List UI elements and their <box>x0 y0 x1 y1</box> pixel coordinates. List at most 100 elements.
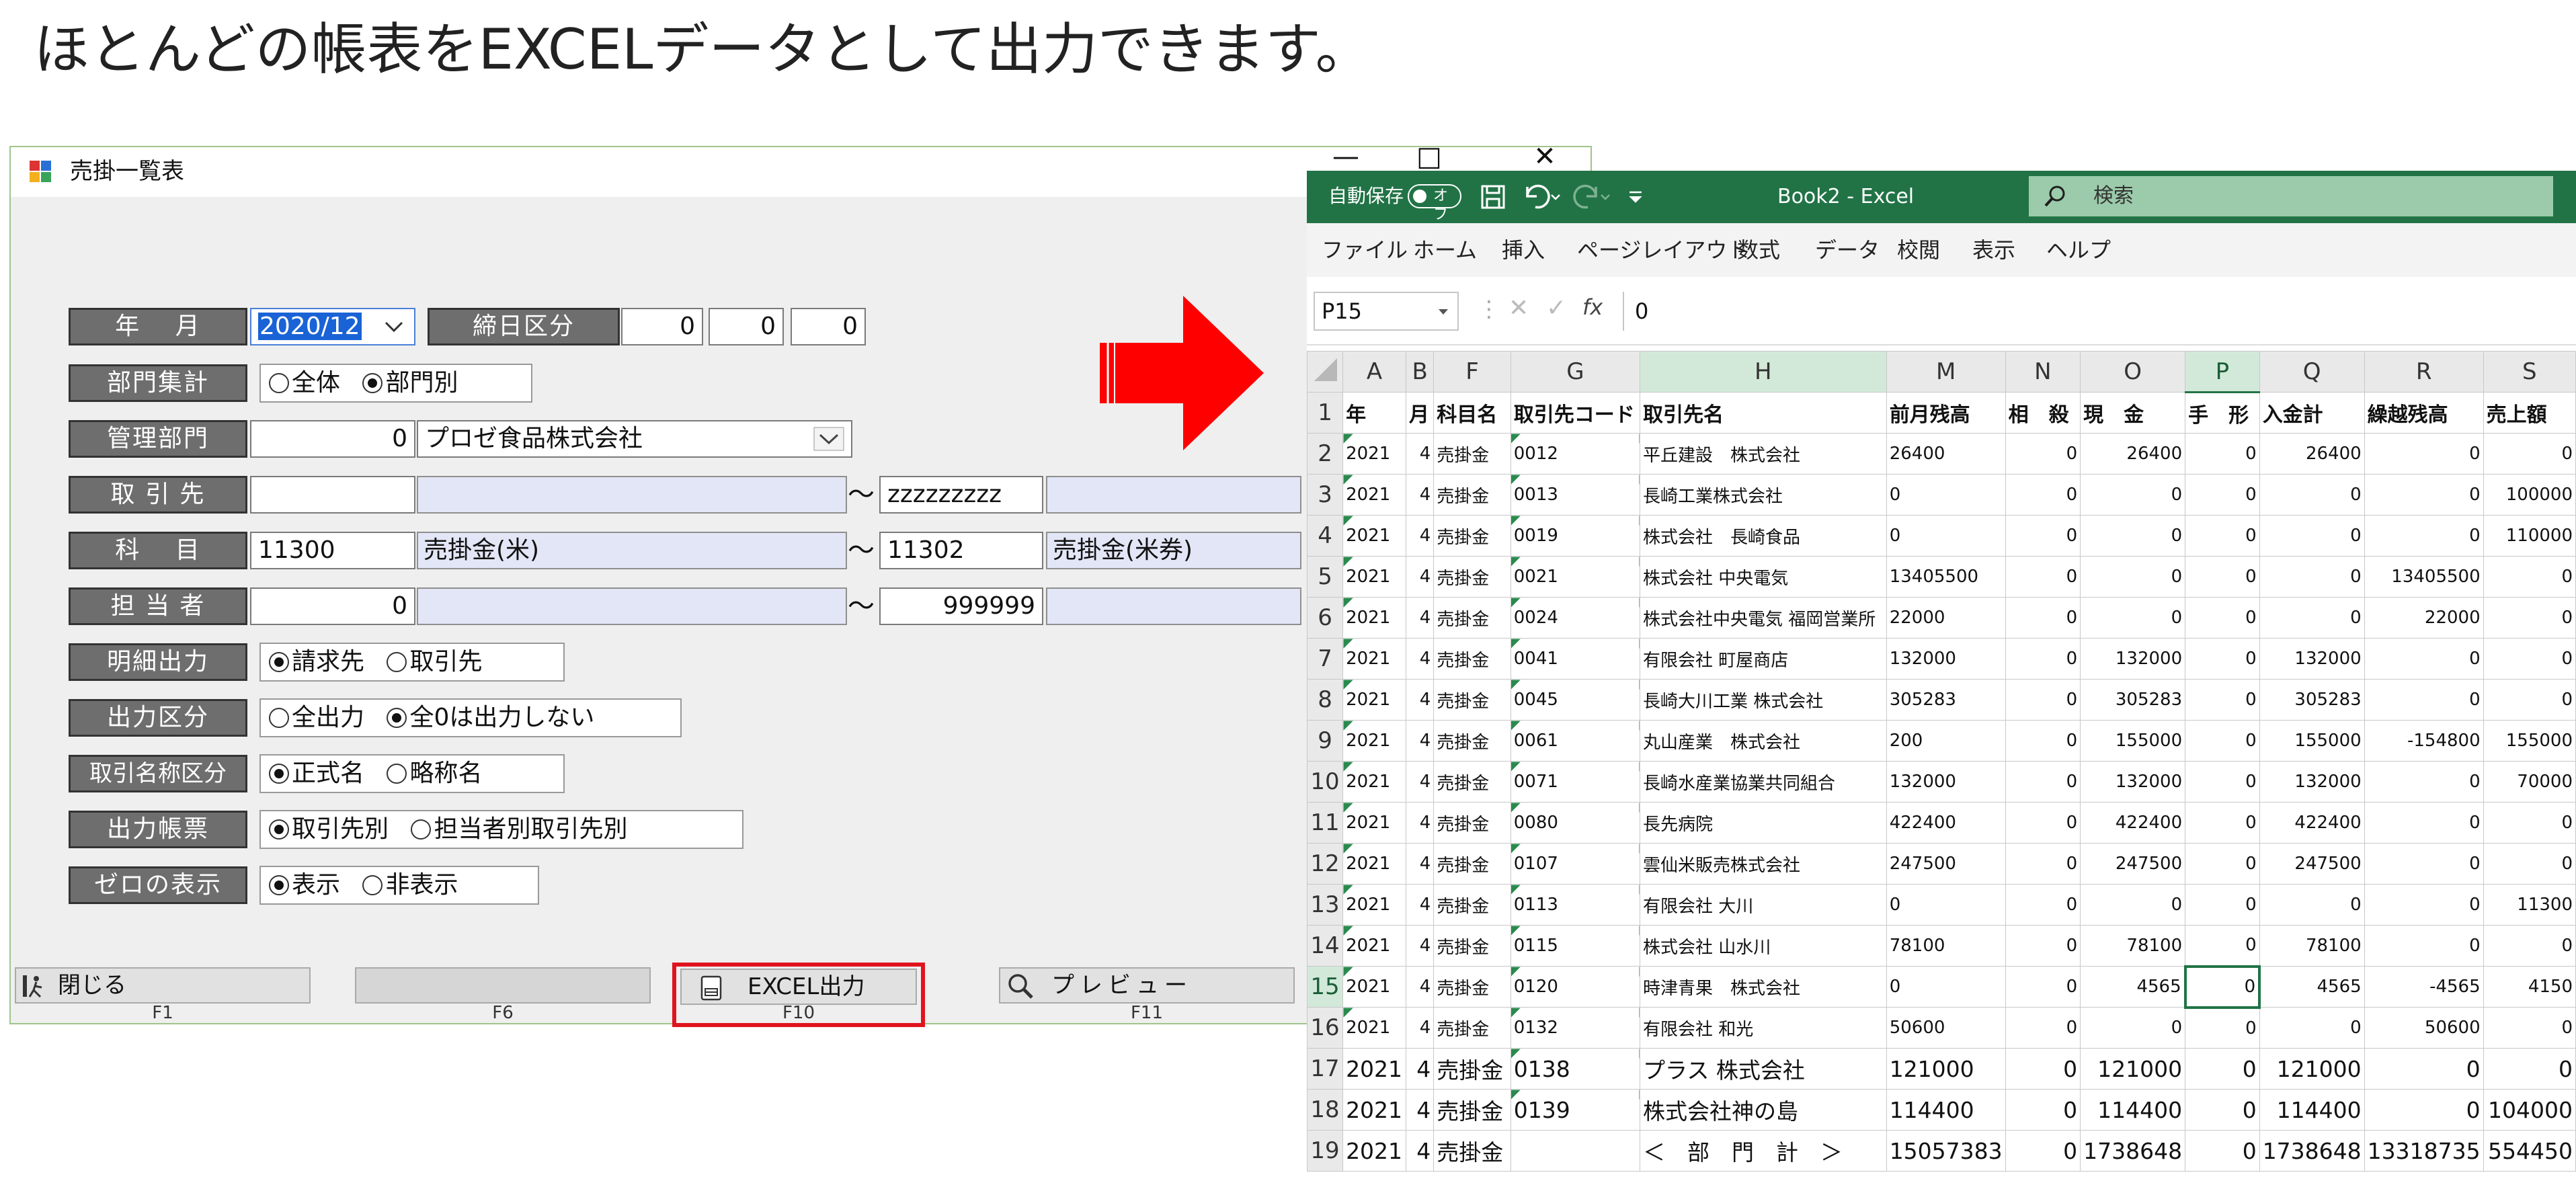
table-cell[interactable]: 0 <box>2005 966 2081 1008</box>
table-cell[interactable]: 株式会社中央電気 福岡営業所 <box>1639 597 1887 639</box>
search-box[interactable]: 検索 <box>2029 176 2553 216</box>
table-cell[interactable]: 0 <box>2185 556 2260 598</box>
table-cell[interactable]: 0 <box>2080 884 2186 926</box>
mgmt-dept-code-input[interactable]: 0 <box>250 420 415 458</box>
row-header[interactable]: 18 <box>1306 1089 1344 1131</box>
table-cell[interactable]: 4 <box>1405 1007 1435 1049</box>
table-cell[interactable]: 0 <box>2364 884 2484 926</box>
table-cell[interactable]: 0 <box>2364 925 2484 967</box>
table-cell[interactable]: 株式会社 長崎食品 <box>1639 515 1887 557</box>
dept-sum-option-by-dept[interactable]: 部門別 <box>362 365 458 401</box>
table-cell[interactable]: 2021 <box>1342 966 1406 1008</box>
table-cell[interactable]: 0 <box>1886 966 2006 1008</box>
table-cell[interactable]: 売掛金 <box>1433 802 1511 844</box>
table-cell[interactable]: 4 <box>1405 884 1435 926</box>
table-cell[interactable]: 売掛金 <box>1433 433 1511 475</box>
table-cell[interactable]: 売掛金 <box>1433 1089 1511 1131</box>
subject-to-input[interactable]: 11302 <box>879 532 1043 569</box>
row-header[interactable]: 4 <box>1306 515 1344 557</box>
table-cell[interactable]: 0 <box>2483 556 2576 598</box>
tab-insert[interactable]: 挿入 <box>1502 223 1545 277</box>
table-cell[interactable]: 0 <box>2005 1048 2081 1090</box>
table-cell[interactable]: 0 <box>2185 638 2260 680</box>
table-cell[interactable]: 売掛金 <box>1433 474 1511 516</box>
table-cell[interactable]: 132000 <box>1886 761 2006 803</box>
table-cell[interactable]: 売掛金 <box>1433 1130 1511 1172</box>
table-cell[interactable]: 0 <box>2483 433 2576 475</box>
table-cell[interactable]: 121000 <box>2259 1048 2365 1090</box>
tab-help[interactable]: ヘルプ <box>2046 223 2111 277</box>
table-cell[interactable]: 4 <box>1405 597 1435 639</box>
table-cell[interactable]: 4 <box>1405 720 1435 762</box>
table-cell[interactable]: 4 <box>1405 1089 1435 1131</box>
table-cell[interactable]: 247500 <box>1886 843 2006 885</box>
detail-option-billing[interactable]: 請求先 <box>269 644 364 680</box>
table-cell[interactable]: 15057383 <box>1886 1130 2006 1172</box>
table-cell[interactable]: 長先病院 <box>1639 802 1887 844</box>
table-cell[interactable]: 26400 <box>2080 433 2186 475</box>
maximize-button[interactable]: □ <box>1416 143 1443 170</box>
table-cell[interactable]: 0 <box>2185 433 2260 475</box>
table-cell[interactable]: 2021 <box>1342 638 1406 680</box>
table-cell[interactable]: 0080 <box>1510 802 1640 844</box>
table-cell[interactable]: 132000 <box>1886 638 2006 680</box>
table-cell[interactable]: 13405500 <box>1886 556 2006 598</box>
table-cell[interactable]: 雲仙米販売株式会社 <box>1639 843 1887 885</box>
table-cell[interactable]: 4 <box>1405 966 1435 1008</box>
row-header[interactable]: 2 <box>1306 433 1344 475</box>
table-cell[interactable]: 売上額 <box>2483 392 2576 434</box>
table-cell[interactable]: 0 <box>2005 925 2081 967</box>
table-cell[interactable]: 78100 <box>1886 925 2006 967</box>
column-header-q[interactable]: Q <box>2259 351 2365 393</box>
select-all-corner[interactable] <box>1306 351 1344 393</box>
table-cell[interactable]: 0 <box>2364 638 2484 680</box>
column-header-b[interactable]: B <box>1405 351 1435 393</box>
table-cell[interactable]: 0 <box>2005 1089 2081 1131</box>
close-window-button[interactable]: ✕ <box>1531 143 1558 170</box>
table-cell[interactable]: 11300 <box>2483 884 2576 926</box>
table-cell[interactable]: 2021 <box>1342 925 1406 967</box>
table-cell[interactable]: 0021 <box>1510 556 1640 598</box>
name-option-formal[interactable]: 正式名 <box>269 756 364 792</box>
table-cell[interactable]: 2021 <box>1342 1130 1406 1172</box>
mgmt-dept-select[interactable]: プロゼ食品株式会社 <box>417 420 852 458</box>
table-cell[interactable]: 0013 <box>1510 474 1640 516</box>
table-cell[interactable]: 2021 <box>1342 679 1406 721</box>
table-cell[interactable]: 売掛金 <box>1433 761 1511 803</box>
table-cell[interactable]: 132000 <box>2080 638 2186 680</box>
table-cell[interactable]: 0061 <box>1510 720 1640 762</box>
table-cell[interactable]: 2021 <box>1342 1048 1406 1090</box>
table-cell[interactable]: 現 金 <box>2080 392 2186 434</box>
table-cell[interactable]: 0 <box>2185 1007 2260 1049</box>
table-cell[interactable]: 0 <box>2185 474 2260 516</box>
table-cell[interactable]: 114400 <box>2259 1089 2365 1131</box>
column-header-s[interactable]: S <box>2483 351 2576 393</box>
row-header[interactable]: 10 <box>1306 761 1344 803</box>
row-header[interactable]: 1 <box>1306 392 1344 434</box>
table-cell[interactable]: 305283 <box>2259 679 2365 721</box>
table-cell[interactable]: 0 <box>2005 1007 2081 1049</box>
close-fkey-button[interactable]: 閉じる <box>15 967 311 1004</box>
table-cell[interactable]: 売掛金 <box>1433 966 1511 1008</box>
cancel-icon[interactable]: ✕ <box>1508 294 1529 322</box>
column-header-n[interactable]: N <box>2005 351 2081 393</box>
table-cell[interactable]: 売掛金 <box>1433 1007 1511 1049</box>
table-cell[interactable]: 0 <box>1886 884 2006 926</box>
row-header[interactable]: 9 <box>1306 720 1344 762</box>
row-header[interactable]: 3 <box>1306 474 1344 516</box>
row-header[interactable]: 19 <box>1306 1130 1344 1172</box>
column-header-o[interactable]: O <box>2080 351 2186 393</box>
table-cell[interactable]: 13318735 <box>2364 1130 2484 1172</box>
table-cell[interactable]: 0 <box>2185 1089 2260 1131</box>
table-cell[interactable]: 4 <box>1405 925 1435 967</box>
table-cell[interactable]: 0 <box>2483 679 2576 721</box>
table-cell[interactable]: 4 <box>1405 515 1435 557</box>
table-cell[interactable]: 長崎水産業協業共同組合 <box>1639 761 1887 803</box>
table-cell[interactable]: 4 <box>1405 474 1435 516</box>
row-header[interactable]: 7 <box>1306 638 1344 680</box>
table-cell[interactable]: 2021 <box>1342 884 1406 926</box>
table-cell[interactable]: 554450 <box>2483 1130 2576 1172</box>
table-cell[interactable]: 2021 <box>1342 843 1406 885</box>
table-cell[interactable]: 相 殺 <box>2005 392 2081 434</box>
table-cell[interactable]: 50600 <box>1886 1007 2006 1049</box>
